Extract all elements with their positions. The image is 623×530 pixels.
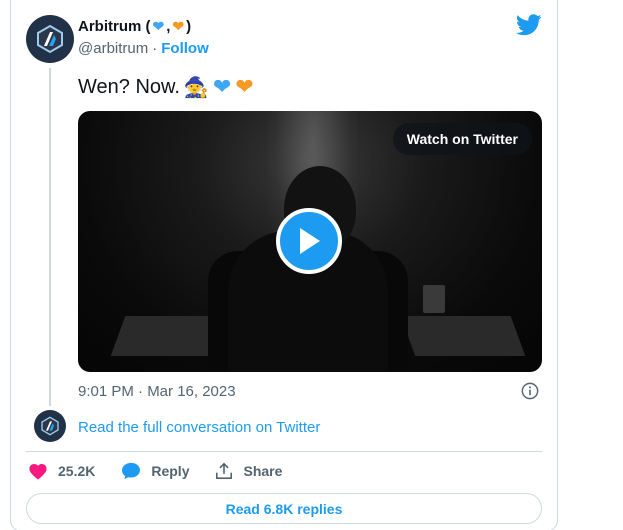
read-full-conversation-link[interactable]: Read the full conversation on Twitter: [78, 419, 320, 436]
follow-button[interactable]: Follow: [161, 40, 209, 57]
cup: [423, 285, 445, 313]
author-name-close: ): [186, 18, 192, 35]
tweet-text-content: Wen? Now.: [78, 75, 180, 98]
author-handle[interactable]: @arbitrum: [78, 40, 148, 57]
blue-heart-icon: ❤: [152, 18, 165, 34]
arbitrum-logo-icon: [37, 24, 63, 54]
reply-button[interactable]: Reply: [121, 462, 189, 480]
orange-heart-icon: ❤: [172, 18, 185, 34]
author-name-text: Arbitrum (: [78, 18, 151, 35]
tweet-actions: 25.2K Reply Share: [28, 462, 308, 480]
handle-separator: ·: [152, 40, 158, 57]
tweet-text: Wen? Now. 🧙 ❤ ❤: [78, 74, 254, 100]
share-upload-icon: [216, 462, 233, 480]
author-name-separator: ,: [166, 18, 171, 35]
video-media[interactable]: Watch on Twitter: [78, 111, 542, 372]
arbitrum-logo-icon: [41, 416, 59, 436]
read-replies-button[interactable]: Read 6.8K replies: [26, 493, 542, 524]
author-handle-row: @arbitrum · Follow: [78, 40, 209, 57]
conversation-avatar[interactable]: [34, 410, 66, 442]
thread-connector-line: [49, 68, 51, 406]
reply-label: Reply: [151, 463, 190, 479]
author-avatar[interactable]: [26, 15, 74, 63]
divider: [26, 451, 542, 452]
tweet-timestamp[interactable]: 9:01 PM · Mar 16, 2023: [78, 383, 236, 400]
like-button[interactable]: 25.2K: [28, 462, 95, 480]
blue-heart-icon: ❤: [212, 74, 232, 99]
like-count: 25.2K: [58, 463, 96, 479]
twitter-bird-icon[interactable]: [516, 14, 542, 36]
table-right: [400, 316, 526, 356]
speech-bubble-icon: [122, 462, 141, 480]
watch-on-twitter-button[interactable]: Watch on Twitter: [392, 123, 532, 155]
wizard-emoji-icon: 🧙: [183, 76, 209, 99]
share-label: Share: [243, 463, 283, 479]
heart-icon: [29, 463, 47, 480]
author-name[interactable]: Arbitrum ( ❤ , ❤ ): [78, 18, 191, 35]
play-icon: [300, 228, 320, 254]
info-icon[interactable]: [521, 382, 539, 400]
play-button[interactable]: [276, 208, 342, 274]
orange-heart-icon: ❤: [235, 74, 254, 99]
share-button[interactable]: Share: [215, 462, 282, 480]
